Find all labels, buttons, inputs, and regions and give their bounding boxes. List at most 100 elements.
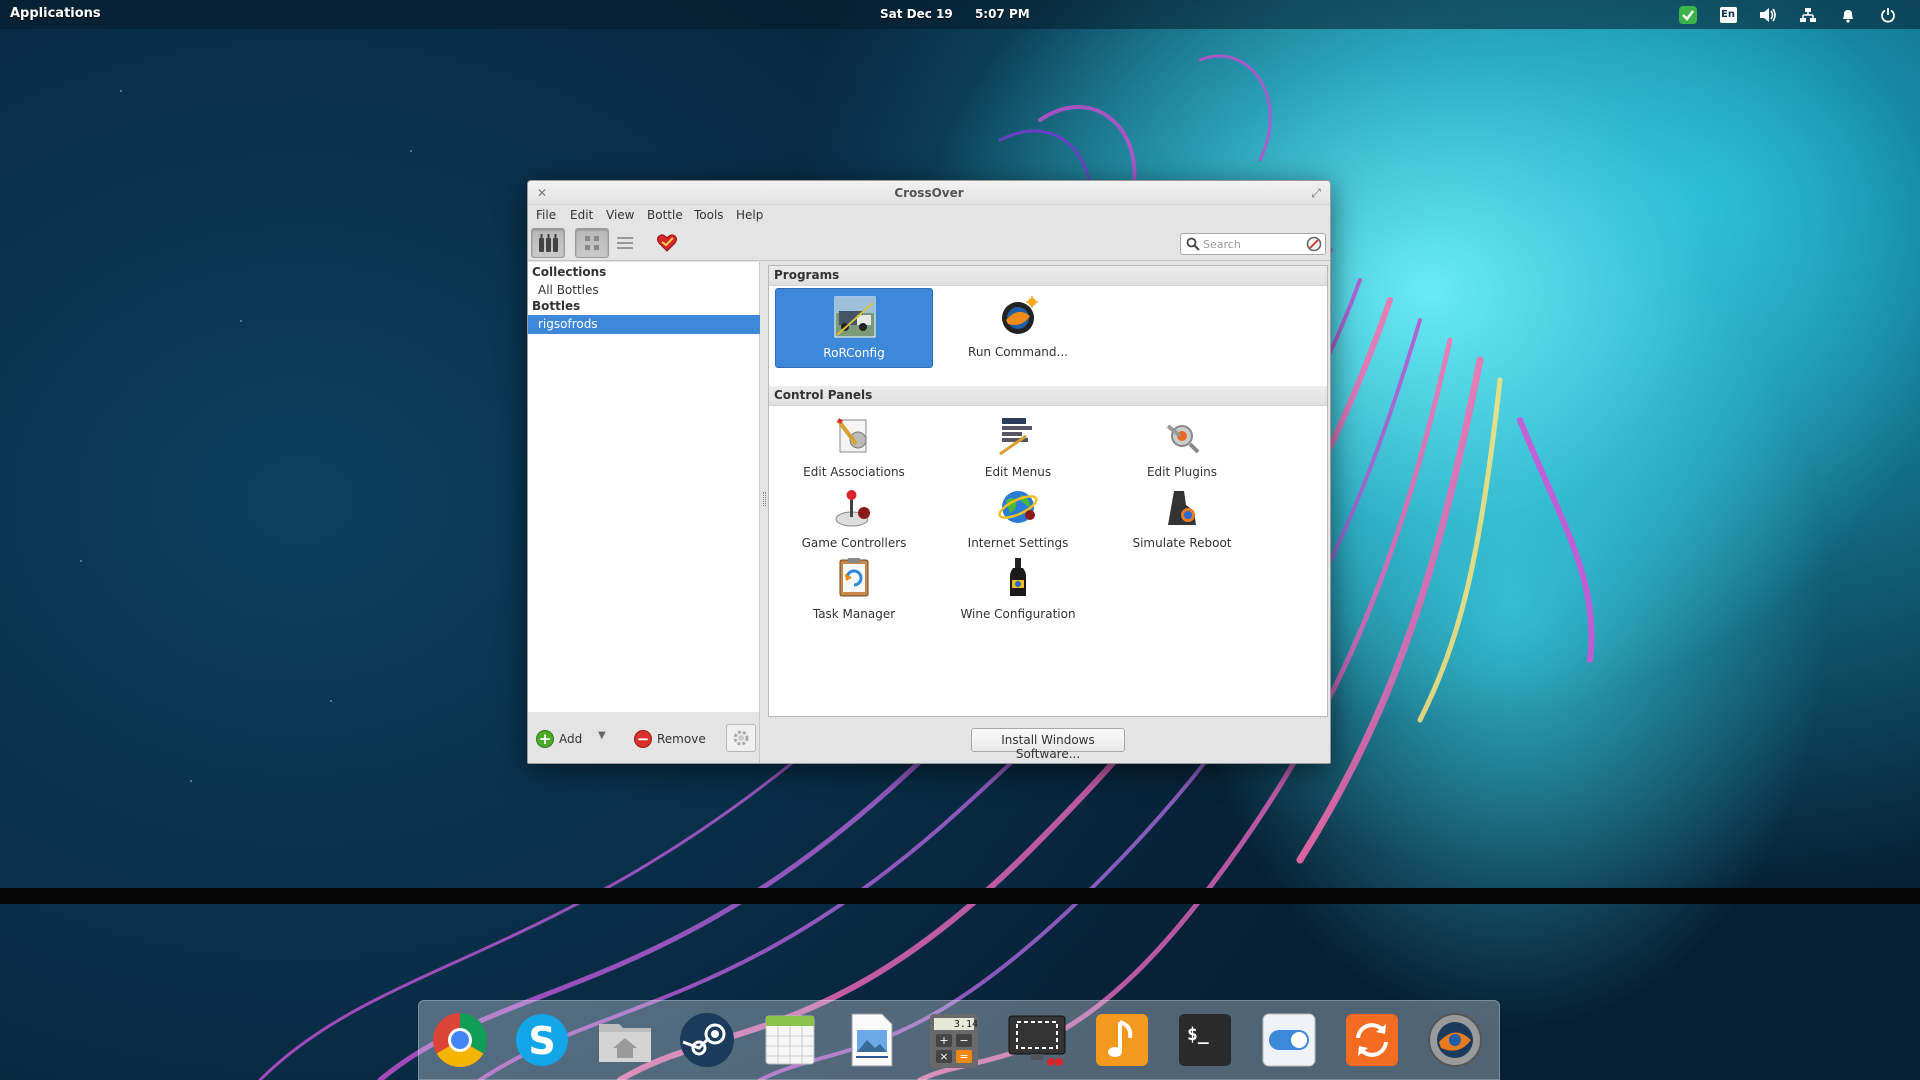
control-panel-wine-configuration[interactable]: Wine Configuration bbox=[939, 550, 1097, 630]
software-update-icon bbox=[1346, 1014, 1398, 1066]
dock-switchboard[interactable] bbox=[1257, 1008, 1321, 1072]
dock-screenshot[interactable] bbox=[1005, 1008, 1069, 1072]
dock-image-viewer[interactable] bbox=[840, 1008, 904, 1072]
dock-crossover[interactable] bbox=[1423, 1008, 1487, 1072]
menu-view[interactable]: View bbox=[606, 208, 634, 222]
crossover-icon bbox=[1428, 1013, 1482, 1067]
sound-indicator[interactable] bbox=[1748, 4, 1788, 26]
sidebar-item-all-bottles[interactable]: All Bottles bbox=[528, 281, 760, 300]
calculator-display: 3.14 bbox=[953, 1019, 978, 1030]
add-dropdown-arrow-icon[interactable]: ▼ bbox=[598, 730, 606, 741]
splitter-grip bbox=[763, 492, 766, 506]
control-panel-label: Game Controllers bbox=[801, 536, 907, 550]
clock[interactable]: Sat Dec 19 5:07 PM bbox=[880, 7, 1048, 21]
dock-chrome[interactable] bbox=[428, 1008, 492, 1072]
top-panel: Applications Sat Dec 19 5:07 PM En bbox=[0, 0, 1920, 29]
list-view-icon bbox=[617, 237, 633, 249]
control-panel-game-controllers[interactable]: Game Controllers bbox=[775, 479, 933, 559]
control-panels-header: Control Panels bbox=[769, 386, 1327, 406]
control-panel-task-manager[interactable]: Task Manager bbox=[775, 550, 933, 630]
network-indicator[interactable] bbox=[1788, 4, 1828, 26]
control-panel-edit-plugins[interactable]: Edit Plugins bbox=[1103, 408, 1261, 488]
wine-configuration-icon bbox=[1010, 558, 1026, 596]
menu-tools[interactable]: Tools bbox=[694, 208, 724, 222]
steam-icon bbox=[680, 1013, 734, 1067]
keyboard-layout-label: En bbox=[1719, 7, 1737, 23]
control-panel-label: Task Manager bbox=[812, 607, 896, 621]
dock-software-update[interactable] bbox=[1340, 1008, 1404, 1072]
sidebar-item-rigsofrods[interactable]: rigsofrods bbox=[528, 315, 760, 334]
control-panel-simulate-reboot[interactable]: Simulate Reboot bbox=[1103, 479, 1261, 559]
program-label: Run Command... bbox=[968, 345, 1068, 359]
programs-header: Programs bbox=[769, 266, 1327, 286]
add-bottle-button[interactable]: + Add bbox=[536, 730, 582, 748]
dock-terminal[interactable]: $_ bbox=[1173, 1008, 1237, 1072]
dock-files[interactable] bbox=[593, 1008, 657, 1072]
internet-settings-icon bbox=[998, 491, 1038, 523]
heart-icon bbox=[657, 234, 677, 252]
control-panel-edit-menus[interactable]: Edit Menus bbox=[939, 408, 1097, 488]
menu-bottle[interactable]: Bottle bbox=[647, 208, 683, 222]
control-panel-label: Edit Menus bbox=[984, 465, 1052, 479]
icon-view-button[interactable] bbox=[575, 228, 609, 258]
dock-steam[interactable] bbox=[675, 1008, 739, 1072]
security-indicator[interactable] bbox=[1668, 4, 1708, 26]
bottle-settings-button[interactable] bbox=[726, 724, 756, 752]
network-icon bbox=[1800, 8, 1816, 22]
task-manager-icon bbox=[839, 558, 869, 597]
calendar-icon bbox=[765, 1015, 815, 1065]
program-run-command[interactable]: Run Command... bbox=[939, 288, 1097, 368]
control-panel-label: Edit Plugins bbox=[1146, 465, 1218, 479]
control-panel-label: Wine Configuration bbox=[960, 607, 1076, 621]
menu-file[interactable]: File bbox=[536, 208, 556, 222]
bottles-view-button[interactable] bbox=[531, 228, 565, 258]
window-titlebar[interactable]: ✕ CrossOver ⤢ bbox=[528, 181, 1330, 205]
list-view-button[interactable] bbox=[608, 228, 642, 258]
favorites-button[interactable] bbox=[650, 228, 684, 258]
remove-icon: − bbox=[634, 730, 652, 748]
gear-icon bbox=[733, 730, 749, 746]
rorconfig-icon bbox=[834, 296, 876, 338]
dock-music[interactable] bbox=[1090, 1008, 1154, 1072]
notifications-indicator[interactable] bbox=[1828, 4, 1868, 26]
sidebar: Collections All Bottles Bottles rigsofro… bbox=[528, 262, 760, 712]
sidebar-footer: + Add ▼ − Remove bbox=[528, 712, 760, 763]
music-icon bbox=[1096, 1014, 1148, 1066]
control-panel-edit-associations[interactable]: Edit Associations bbox=[775, 408, 933, 488]
search-icon bbox=[1186, 237, 1200, 251]
clock-time: 5:07 PM bbox=[974, 7, 1030, 21]
star-speck bbox=[190, 780, 192, 782]
clear-search-icon[interactable] bbox=[1306, 236, 1322, 252]
bottles-icon bbox=[539, 234, 558, 252]
collections-header: Collections bbox=[532, 265, 607, 279]
search-input[interactable] bbox=[1203, 236, 1303, 252]
applications-menu[interactable]: Applications bbox=[10, 6, 101, 21]
menu-edit[interactable]: Edit bbox=[570, 208, 593, 222]
maximize-icon[interactable]: ⤢ bbox=[1308, 185, 1324, 201]
control-panel-internet-settings[interactable]: Internet Settings bbox=[939, 479, 1097, 559]
dock-calendar[interactable] bbox=[758, 1008, 822, 1072]
shield-check-icon bbox=[1679, 6, 1697, 24]
install-windows-software-button[interactable]: Install Windows Software... bbox=[971, 728, 1125, 761]
dock-skype[interactable]: S bbox=[510, 1008, 574, 1072]
power-icon bbox=[1881, 8, 1895, 23]
menubar: File Edit View Bottle Tools Help bbox=[528, 205, 1330, 225]
edit-plugins-icon bbox=[1166, 424, 1200, 454]
remove-bottle-button[interactable]: − Remove bbox=[634, 730, 706, 748]
svg-text:+: + bbox=[939, 1034, 948, 1047]
search-field[interactable] bbox=[1180, 233, 1326, 255]
power-indicator[interactable] bbox=[1868, 4, 1908, 26]
programs-pane: Programs RoRConfig Run Command... Contro… bbox=[768, 265, 1328, 717]
edit-menus-icon bbox=[999, 418, 1032, 456]
control-panel-label: Internet Settings bbox=[967, 536, 1069, 550]
keyboard-layout-indicator[interactable]: En bbox=[1708, 4, 1748, 26]
simulate-reboot-icon bbox=[1168, 491, 1196, 525]
indicator-area: En bbox=[1668, 4, 1908, 26]
program-rorconfig[interactable]: RoRConfig bbox=[775, 288, 933, 368]
menu-help[interactable]: Help bbox=[736, 208, 763, 222]
dock-calculator[interactable]: + − × = 3.14 bbox=[922, 1008, 986, 1072]
toolbar bbox=[528, 225, 1330, 261]
svg-text:=: = bbox=[959, 1050, 968, 1063]
star-speck bbox=[410, 150, 412, 152]
clock-date: Sat Dec 19 bbox=[880, 7, 953, 21]
